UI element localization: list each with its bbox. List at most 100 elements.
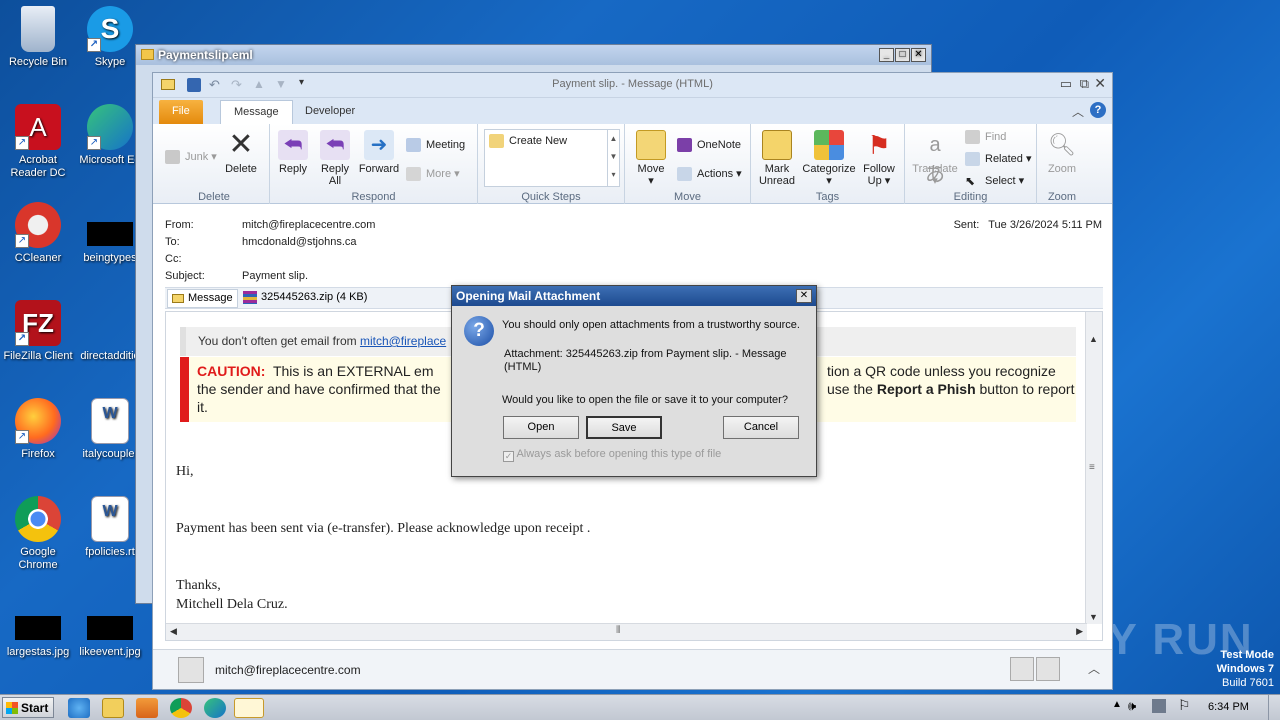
mark-unread-button[interactable]: Mark Unread (755, 130, 799, 187)
onenote-button[interactable]: OneNote (677, 138, 741, 152)
desktop-icon-filezilla[interactable]: FZ ↗ FileZilla Client (0, 300, 76, 363)
edge-icon[interactable] (204, 698, 226, 718)
opening-attachment-dialog[interactable]: Opening Mail Attachment ✕ ? You should o… (451, 285, 817, 477)
create-new-quickstep[interactable]: Create New (489, 134, 567, 148)
clock[interactable]: 6:34 PM (1208, 701, 1249, 713)
recycle-bin-icon (21, 6, 55, 52)
scroll-grip-icon[interactable]: ⦀ (616, 625, 620, 636)
cancel-button[interactable]: Cancel (723, 416, 799, 439)
meeting-button[interactable]: Meeting (406, 138, 465, 152)
scroll-down-icon[interactable]: ▼ (1089, 612, 1098, 622)
start-label: Start (21, 701, 49, 715)
network-icon[interactable] (1152, 699, 1166, 713)
subject-label: Subject: (165, 270, 205, 282)
to-value[interactable]: hmcdonald@stjohns.ca (242, 236, 357, 248)
desktop-icon-acrobat[interactable]: A ↗ Acrobat Reader DC (0, 104, 76, 180)
contact-avatar-icon (1036, 657, 1060, 681)
desktop-icon-largestas[interactable]: largestas.jpg (0, 606, 76, 659)
eml-viewer-title: Paymentslip.eml (158, 48, 253, 62)
scroll-grip-icon[interactable]: ≡ (1089, 462, 1095, 473)
zoom-button[interactable]: 🔍︎ Zoom (1041, 130, 1083, 175)
start-button[interactable]: Start (2, 697, 54, 718)
follow-up-button[interactable]: ⚑ Follow Up ▾ (857, 130, 901, 187)
respond-group: ⮪ Reply ⮪ Reply All ➜ Forward Meeting Mo… (270, 124, 478, 204)
tab-message[interactable]: Message (220, 100, 293, 124)
reply-icon: ⮪ (278, 130, 308, 160)
desktop-icon-firefox[interactable]: ↗ Firefox (0, 398, 76, 461)
reply-all-label: Reply All (320, 163, 350, 187)
categorize-button[interactable]: Categorize ▾ (801, 130, 857, 187)
find-label: Find (985, 131, 1007, 143)
restore-button[interactable]: ⧉ (1080, 76, 1089, 92)
dialog-close-button[interactable]: ✕ (796, 289, 812, 303)
quick-steps-gallery[interactable]: Create New ▲ ▼ ▾ (484, 129, 620, 187)
tray-expand-icon[interactable]: ▲ (1112, 699, 1122, 710)
image-thumbnail-icon (87, 616, 133, 640)
select-button[interactable]: ⬉ Select ▾ (965, 174, 1024, 188)
move-button[interactable]: Move ▾ (631, 130, 671, 187)
outlook-taskbar-icon[interactable] (234, 698, 264, 718)
collapse-ribbon-icon[interactable]: ︿ (1072, 103, 1084, 120)
always-ask-checkbox[interactable]: ✓ Always ask before opening this type of… (503, 448, 721, 462)
expand-people-pane-icon[interactable]: ︿ (1088, 660, 1100, 677)
message-view-tab[interactable]: Message (167, 289, 238, 308)
save-button[interactable]: Save (586, 416, 662, 439)
explorer-icon[interactable] (102, 698, 124, 718)
windows-logo-icon (6, 702, 18, 714)
group-label: Tags (815, 191, 840, 203)
quick-steps-group: Create New ▲ ▼ ▾ Quick Steps (478, 124, 625, 204)
desktop-icon-label: CCleaner (14, 252, 62, 264)
tab-file[interactable]: File (159, 100, 203, 124)
tab-developer[interactable]: Developer (292, 100, 368, 124)
gallery-scroll-icon[interactable]: ▲ ▼ ▾ (607, 130, 619, 186)
help-icon[interactable]: ? (1090, 102, 1106, 118)
desktop-icon-recycle-bin[interactable]: Recycle Bin (0, 6, 76, 69)
show-desktop-button[interactable] (1268, 695, 1280, 720)
desktop-icon-ccleaner[interactable]: ↗ CCleaner (0, 202, 76, 265)
more-respond-button[interactable]: More ▾ (406, 167, 460, 181)
reply-all-button[interactable]: ⮪ Reply All (316, 130, 354, 187)
action-center-flag-icon[interactable]: ⚐ (1178, 697, 1191, 714)
dialog-titlebar[interactable]: Opening Mail Attachment ✕ (452, 286, 816, 306)
translate-button[interactable]: aあ Translate ▾ (909, 130, 961, 187)
scroll-left-icon[interactable]: ◀ (170, 626, 177, 637)
notice-link[interactable]: mitch@fireplace (360, 334, 446, 348)
close-button[interactable]: ✕ (911, 48, 926, 62)
desktop-icon-likeevent[interactable]: likeevent.jpg (72, 606, 148, 659)
find-button[interactable]: Find (965, 130, 1006, 144)
group-label: Quick Steps (521, 191, 581, 203)
vertical-scrollbar[interactable]: ▲ ≡ ▼ (1085, 312, 1102, 624)
maximize-button[interactable]: □ (895, 48, 910, 62)
related-label: Related (985, 153, 1023, 165)
desktop-icon-label: Recycle Bin (8, 56, 68, 68)
message-header: From: mitch@fireplacecentre.com To: hmcd… (153, 206, 1112, 286)
open-button[interactable]: Open (503, 416, 579, 439)
close-button[interactable]: ✕ (1094, 75, 1106, 92)
firefox-icon: ↗ (15, 398, 61, 444)
chrome-icon[interactable] (170, 698, 192, 718)
minimize-button[interactable]: _ (879, 48, 894, 62)
forward-button[interactable]: ➜ Forward (356, 130, 402, 175)
related-button[interactable]: Related ▾ (965, 152, 1032, 166)
minimize-button[interactable]: ▭ (1060, 76, 1072, 92)
actions-button[interactable]: Actions ▾ (677, 167, 742, 181)
media-player-icon[interactable] (136, 698, 158, 718)
cursor-icon: ⬉ (965, 174, 976, 188)
attachment-zip[interactable]: 325445263.zip (4 KB) (243, 291, 367, 304)
scroll-right-icon[interactable]: ▶ (1076, 626, 1083, 637)
desktop-icon-chrome[interactable]: Google Chrome (0, 496, 76, 572)
eml-viewer-titlebar[interactable]: Paymentslip.eml _ □ ✕ (136, 45, 931, 65)
reply-button[interactable]: ⮪ Reply (274, 130, 312, 175)
delete-button[interactable]: ✕ Delete (221, 130, 261, 176)
ie-icon[interactable] (68, 698, 90, 718)
junk-button[interactable]: Junk ▾ (165, 150, 217, 164)
dialog-question: Would you like to open the file or save … (502, 394, 788, 406)
acrobat-icon: A ↗ (15, 104, 61, 150)
from-value[interactable]: mitch@fireplacecentre.com (242, 219, 375, 231)
scroll-up-icon[interactable]: ▲ (1089, 334, 1098, 344)
horizontal-scrollbar[interactable]: ◀ ⦀ ▶ (166, 623, 1087, 640)
volume-icon[interactable]: 🕪︎ (1128, 698, 1136, 714)
mark-unread-label: Mark Unread (758, 163, 796, 187)
people-pane-sender[interactable]: mitch@fireplacecentre.com (215, 663, 361, 677)
reply-label: Reply (278, 163, 308, 175)
